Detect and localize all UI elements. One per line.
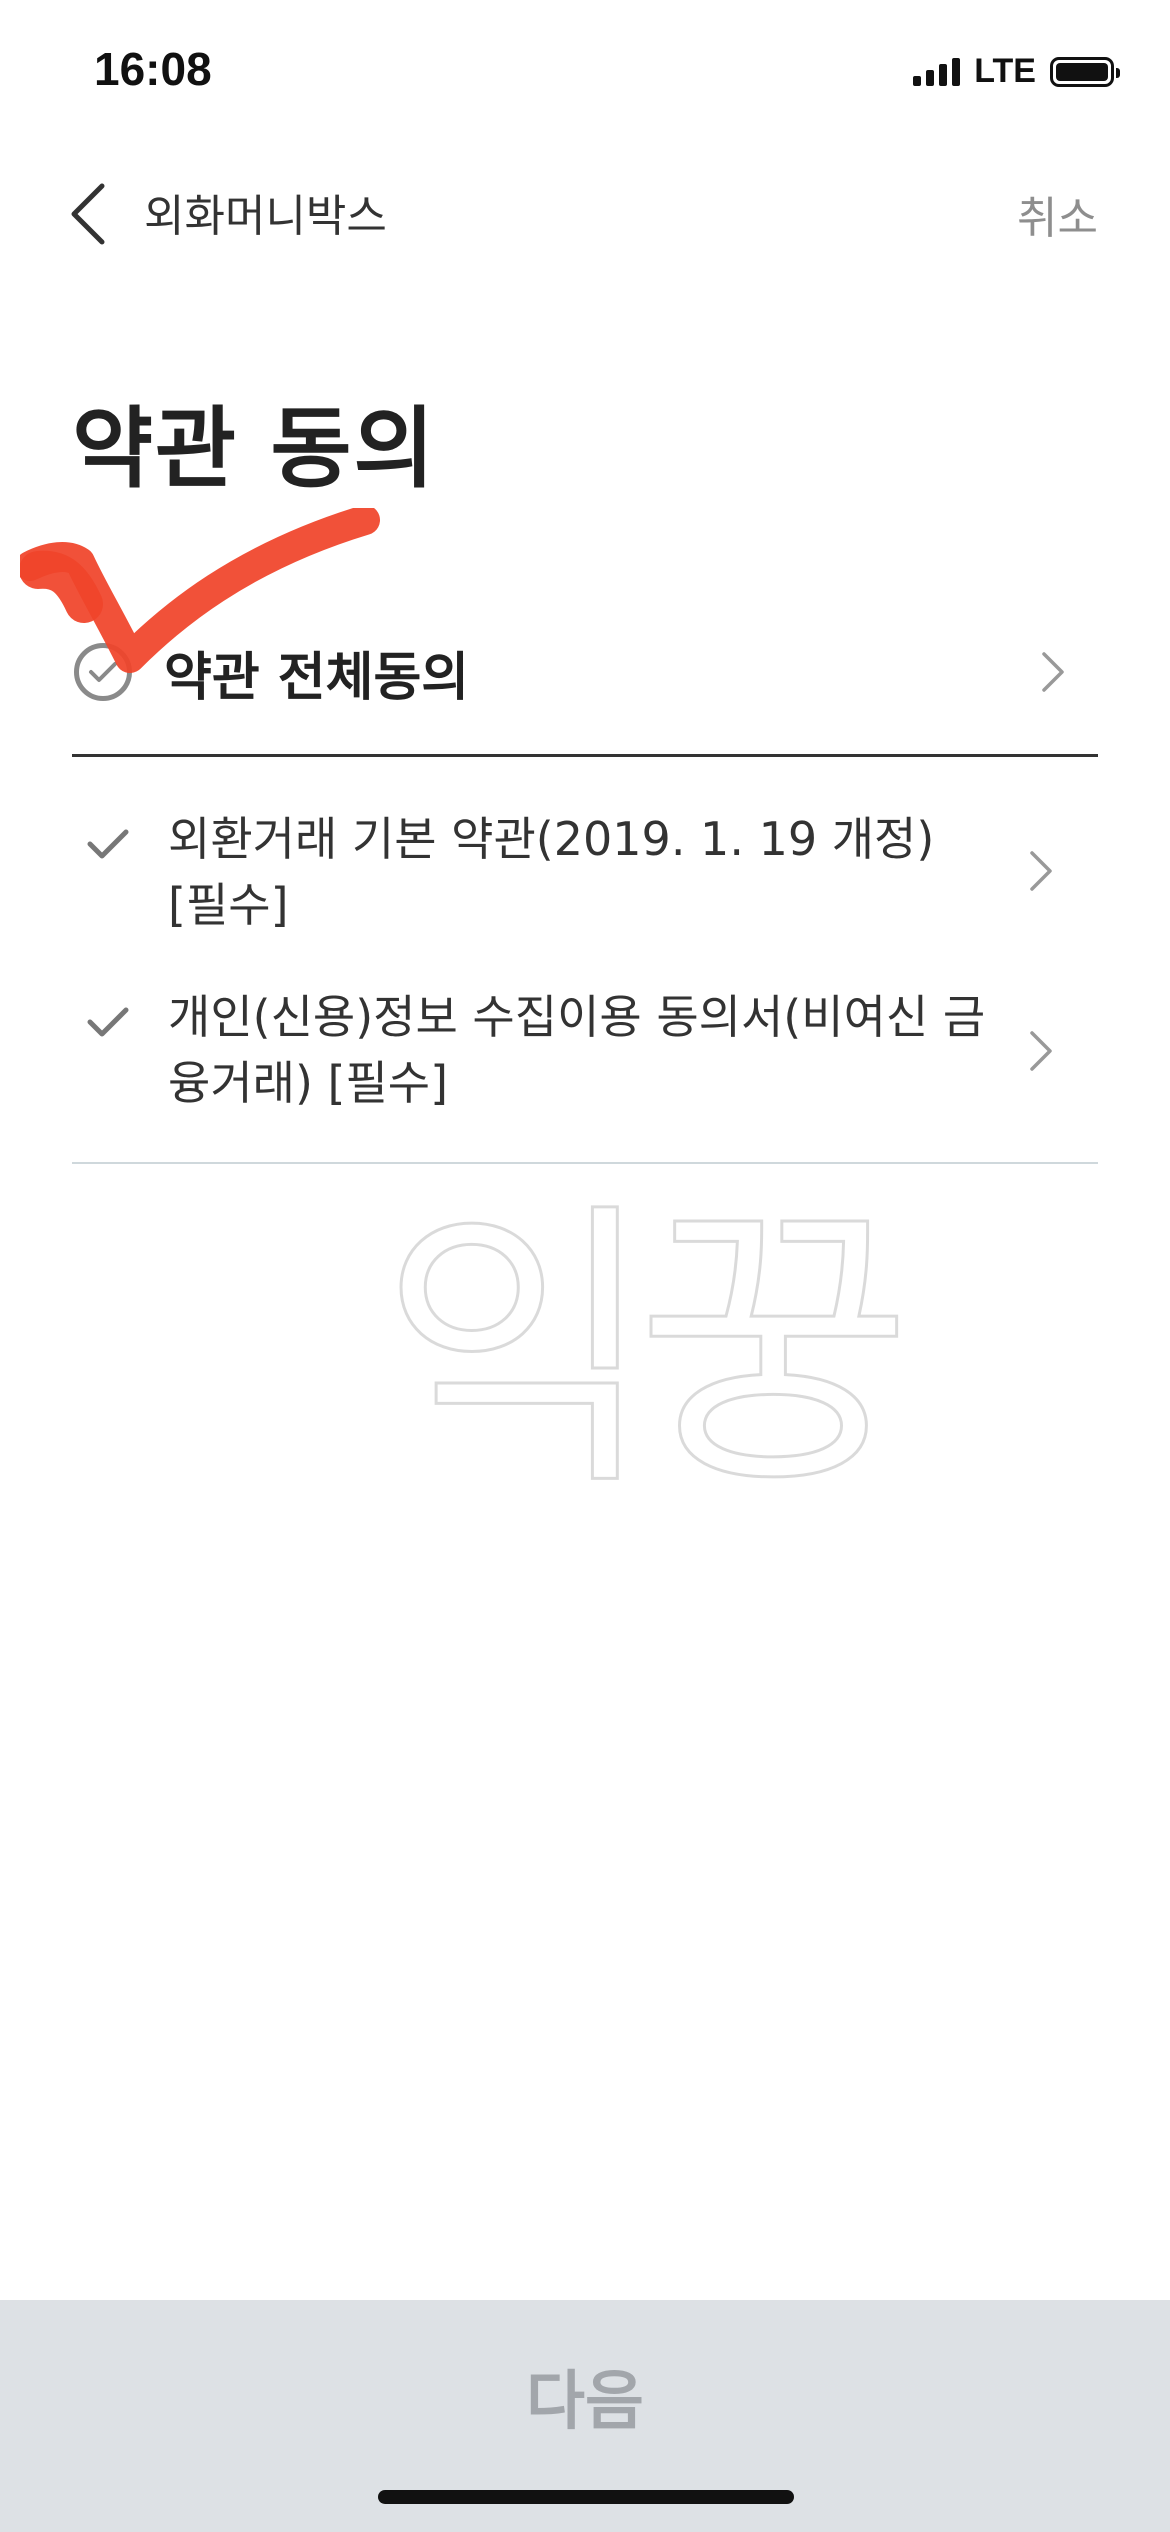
term-item[interactable]: 개인(신용)정보 수집이용 동의서(비여신 금융거래) [필수] — [72, 984, 1098, 1114]
term-label: 개인(신용)정보 수집이용 동의서(비여신 금융거래) [필수] — [168, 990, 986, 1110]
chevron-right-icon[interactable] — [1028, 849, 1054, 893]
divider — [72, 754, 1098, 757]
network-label: LTE — [974, 52, 1036, 90]
next-button-label: 다음 — [526, 2365, 644, 2439]
watermark: 익꿍 — [379, 1176, 914, 1528]
chevron-right-icon[interactable] — [1028, 1029, 1054, 1073]
battery-icon — [1050, 56, 1120, 87]
red-check-annotation — [20, 508, 380, 673]
chevron-left-icon — [71, 183, 105, 245]
divider — [72, 1162, 1098, 1164]
check-icon[interactable] — [86, 1006, 130, 1038]
page-title: 약관 동의 — [72, 397, 437, 500]
cancel-button[interactable]: 취소 — [1017, 182, 1098, 246]
status-indicators: LTE — [913, 52, 1120, 91]
signal-icon — [913, 57, 961, 86]
term-label: 외환거래 기본 약관(2019. 1. 19 개정) [필수] — [168, 812, 935, 932]
chevron-right-icon[interactable] — [1040, 650, 1066, 694]
nav-back-label[interactable]: 외화머니박스 — [144, 180, 387, 244]
status-time: 16:08 — [94, 43, 212, 95]
home-indicator[interactable] — [378, 2490, 794, 2504]
term-item[interactable]: 외환거래 기본 약관(2019. 1. 19 개정) [필수] — [72, 806, 1098, 936]
check-icon[interactable] — [86, 828, 130, 860]
back-button[interactable] — [68, 178, 124, 250]
